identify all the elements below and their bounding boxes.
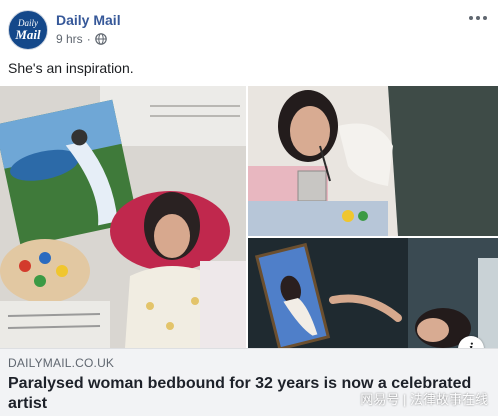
photo-bottom-right[interactable] — [248, 238, 498, 348]
photo-main-image — [0, 86, 246, 348]
avatar-logo-bottom: Mail — [15, 27, 41, 42]
page-name-link[interactable]: Daily Mail — [56, 12, 121, 28]
page-avatar[interactable]: Daily Mail — [8, 10, 48, 50]
post-text: She's an inspiration. — [8, 60, 134, 76]
more-dot — [469, 16, 473, 20]
more-options-icon[interactable] — [466, 8, 490, 28]
post-timestamp[interactable]: 9 hrs — [56, 32, 83, 46]
photo-bottom-right-image — [248, 238, 498, 348]
more-dot — [483, 16, 487, 20]
link-domain: DAILYMAIL.CO.UK — [8, 356, 115, 370]
photo-grid[interactable] — [0, 86, 498, 348]
photo-main[interactable] — [0, 86, 246, 348]
photo-top-right-image — [248, 86, 498, 236]
link-preview-card[interactable]: DAILYMAIL.CO.UK Paralysed woman bedbound… — [0, 348, 498, 416]
more-dot — [476, 16, 480, 20]
meta-separator: · — [86, 32, 91, 46]
photo-top-right[interactable] — [248, 86, 498, 236]
post-meta: 9 hrs · — [56, 32, 107, 46]
globe-icon[interactable] — [94, 33, 107, 45]
post-header: Daily Mail Daily Mail 9 hrs · — [0, 0, 498, 56]
watermark: 网易号 | 法律故事在线 — [360, 392, 488, 407]
